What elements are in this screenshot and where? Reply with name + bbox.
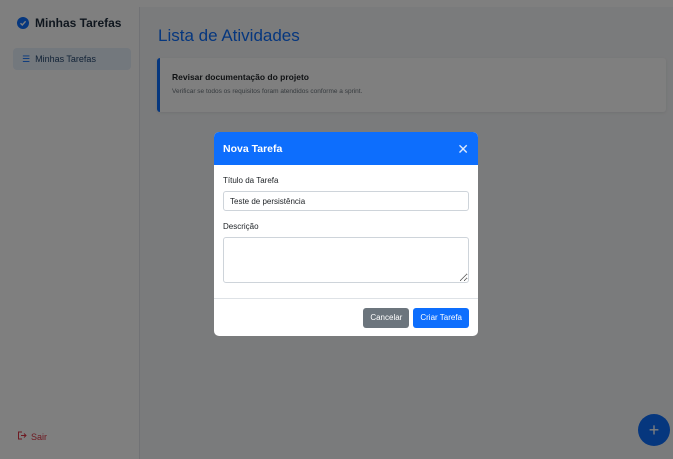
new-task-modal: Nova Tarefa ✕ Título da Tarefa Descrição… — [214, 132, 478, 336]
close-button[interactable]: ✕ — [457, 142, 469, 156]
modal-footer: Cancelar Criar Tarefa — [214, 298, 478, 336]
modal-body: Título da Tarefa Descrição — [214, 165, 478, 283]
title-input[interactable] — [223, 191, 469, 211]
modal-title: Nova Tarefa — [223, 142, 283, 155]
cancel-button[interactable]: Cancelar — [363, 307, 410, 328]
close-icon: ✕ — [457, 140, 469, 157]
description-field-label: Descrição — [223, 222, 259, 231]
create-task-button[interactable]: Criar Tarefa — [413, 307, 469, 328]
title-field-label: Título da Tarefa — [223, 176, 279, 185]
modal-header: Nova Tarefa ✕ — [214, 132, 478, 165]
description-textarea[interactable] — [223, 237, 469, 283]
